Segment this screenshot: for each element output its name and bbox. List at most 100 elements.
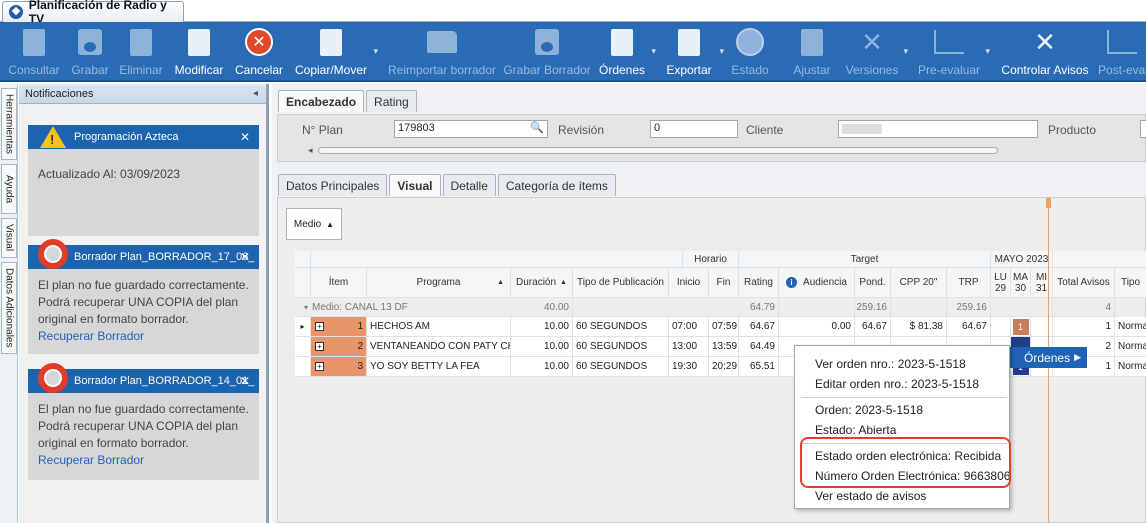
col-tipo-publicacion[interactable]: Tipo de Publicación — [573, 268, 669, 298]
exportar-button[interactable]: Exportar ▾ — [664, 22, 724, 82]
cliente-input[interactable] — [838, 120, 1038, 138]
copiar-mover-button[interactable]: Copiar/Mover ▾ — [294, 22, 378, 82]
pin-icon[interactable]: ◂ — [253, 88, 258, 99]
save-disk-icon — [75, 27, 105, 57]
consultar-button[interactable]: Consultar — [6, 22, 62, 82]
col-inicio[interactable]: Inicio — [669, 268, 709, 298]
ordenes-button[interactable]: Órdenes ▾ — [598, 22, 656, 82]
ribbon-toolbar: Consultar Grabar Eliminar Modificar ✕ Ca… — [0, 22, 1146, 82]
col-cpp[interactable]: CPP 20" — [891, 268, 947, 298]
save-disk-icon — [532, 27, 562, 57]
consult-icon — [19, 27, 49, 57]
side-tab-visual[interactable]: Visual — [1, 218, 17, 258]
medio-group-button[interactable]: Medio ▲ — [286, 208, 342, 240]
versiones-button[interactable]: ✕ Versiones ▾ — [846, 22, 908, 82]
collapse-icon[interactable]: ▾ — [304, 303, 308, 312]
producto-input[interactable] — [1140, 120, 1146, 138]
item-cell[interactable]: + 2 — [311, 337, 367, 357]
lifebuoy-icon — [38, 363, 68, 393]
col-item[interactable]: Ítem — [311, 268, 367, 298]
info-icon[interactable]: i — [786, 277, 798, 288]
menu-item-ver-estado-avisos[interactable]: Ver estado de avisos — [815, 489, 926, 503]
cliente-label: Cliente — [746, 123, 784, 137]
notifications-panel: Notificaciones ◂ Programación Azteca ✕ A… — [19, 84, 269, 523]
grabar-button[interactable]: Grabar — [68, 22, 112, 82]
menu-item-editar-orden[interactable]: Editar orden nro.: 2023-5-1518 — [815, 377, 979, 391]
recuperar-borrador-link[interactable]: Recuperar Borrador — [38, 329, 144, 343]
notification-card: Borrador Plan_BORRADOR_14_01_ ✕ El plan … — [28, 363, 259, 480]
reimportar-borrador-button[interactable]: Reimportar borrador — [388, 22, 496, 82]
ordenes-dropdown-icon[interactable]: ▾ — [651, 46, 656, 57]
col-total-avisos[interactable]: Total Avisos — [1053, 268, 1115, 298]
plan-label: N° Plan — [302, 123, 343, 137]
tab-rating[interactable]: Rating — [366, 90, 417, 112]
eliminar-button[interactable]: Eliminar — [116, 22, 166, 82]
pre-evaluar-dropdown-icon[interactable]: ▾ — [985, 46, 990, 57]
estado-button[interactable]: Estado — [728, 22, 772, 82]
window-tab[interactable]: Planificación de Radio y TV — [2, 0, 184, 26]
modificar-button[interactable]: Modificar — [172, 22, 226, 82]
recuperar-borrador-link[interactable]: Recuperar Borrador — [38, 453, 144, 467]
header-scrollbar[interactable] — [318, 147, 998, 154]
col-lu[interactable]: LU 29 — [991, 268, 1011, 298]
col-pond[interactable]: Pond. — [855, 268, 891, 298]
grid-group-row[interactable]: ▾ Medio: CANAL 13 DF 40.00 64.79 259.16 … — [295, 298, 1146, 317]
row-selector-icon[interactable]: ▸ — [295, 317, 311, 337]
col-audiencia[interactable]: i Audiencia — [779, 268, 855, 298]
side-tab-datos-adicionales[interactable]: Datos Adicionales — [1, 262, 17, 354]
side-tab-strip: Herramientas Ayuda Visual Datos Adiciona… — [0, 84, 18, 523]
expand-icon[interactable]: + — [315, 362, 324, 371]
expand-icon[interactable]: + — [315, 342, 324, 351]
item-cell[interactable]: + 1 — [311, 317, 367, 337]
tab-categoria-items[interactable]: Categoría de ítems — [497, 174, 616, 196]
menu-item-orden[interactable]: Orden: 2023-5-1518 — [815, 403, 923, 417]
col-rating[interactable]: Rating — [739, 268, 779, 298]
ajustar-button[interactable]: Ajustar — [788, 22, 836, 82]
close-icon[interactable]: ✕ — [240, 374, 250, 388]
menu-item-ver-orden[interactable]: Ver orden nro.: 2023-5-1518 — [815, 357, 966, 371]
versiones-dropdown-icon[interactable]: ▾ — [903, 46, 908, 57]
search-icon[interactable]: 🔍 — [530, 121, 544, 134]
expand-icon[interactable]: + — [315, 322, 324, 331]
close-icon[interactable]: ✕ — [240, 130, 250, 144]
sort-up-icon: ▲ — [497, 279, 504, 286]
tab-visual[interactable]: Visual — [389, 174, 441, 196]
chart-icon — [1107, 27, 1137, 57]
copiar-dropdown-icon[interactable]: ▾ — [373, 46, 378, 57]
tab-detalle[interactable]: Detalle — [442, 174, 496, 196]
group-target: Target — [739, 251, 991, 268]
controlar-avisos-button[interactable]: ✕ Controlar Avisos — [1000, 22, 1090, 82]
item-cell[interactable]: + 3 — [311, 357, 367, 377]
col-ma[interactable]: MA 30 — [1011, 268, 1031, 298]
folder-icon — [427, 27, 457, 57]
grabar-borrador-button[interactable]: Grabar Borrador — [503, 22, 591, 82]
chevron-right-icon: ▶ — [1074, 352, 1081, 362]
spot-cell[interactable]: 1 — [1011, 317, 1031, 337]
ordenes-context-trigger[interactable]: Órdenes ▶ — [1010, 347, 1087, 368]
col-duracion[interactable]: Duración ▲ — [511, 268, 573, 298]
pre-evaluar-button[interactable]: Pre-evaluar ▾ — [918, 22, 990, 82]
scroll-left-icon[interactable]: ◂ — [308, 145, 313, 156]
cancelar-button[interactable]: ✕ Cancelar — [234, 22, 284, 82]
side-tab-herramientas[interactable]: Herramientas — [1, 88, 17, 160]
group-mes: MAYO 2023 — [991, 251, 1053, 268]
post-evaluar-button[interactable]: Post-evalu — [1098, 22, 1146, 82]
col-mi[interactable]: MI 31 — [1031, 268, 1053, 298]
col-tipo[interactable]: Tipo — [1115, 268, 1146, 298]
tab-encabezado[interactable]: Encabezado — [278, 90, 365, 112]
menu-item-estado[interactable]: Estado: Abierta — [815, 423, 896, 437]
revision-input[interactable]: 0 — [650, 120, 738, 138]
notification-card-body: El plan no fue guardado correctamente. P… — [38, 278, 249, 343]
exportar-dropdown-icon[interactable]: ▾ — [719, 46, 724, 57]
col-fin[interactable]: Fin — [709, 268, 739, 298]
group-horario: Horario — [683, 251, 739, 268]
close-icon[interactable]: ✕ — [240, 250, 250, 264]
tab-datos-principales[interactable]: Datos Principales — [278, 174, 388, 196]
table-row[interactable]: ▸ + 1 HECHOS AM 10.00 60 SEGUNDOS 07:00 … — [295, 317, 1146, 337]
col-trp[interactable]: TRP — [947, 268, 991, 298]
side-tab-ayuda[interactable]: Ayuda — [1, 164, 17, 214]
main-area: Encabezado Rating N° Plan 179803 🔍 Revis… — [272, 84, 1146, 523]
plan-input[interactable]: 179803 🔍 — [394, 120, 548, 138]
notification-card-header: Programación Azteca ✕ — [28, 125, 259, 149]
col-programa[interactable]: Programa ▲ — [367, 268, 511, 298]
